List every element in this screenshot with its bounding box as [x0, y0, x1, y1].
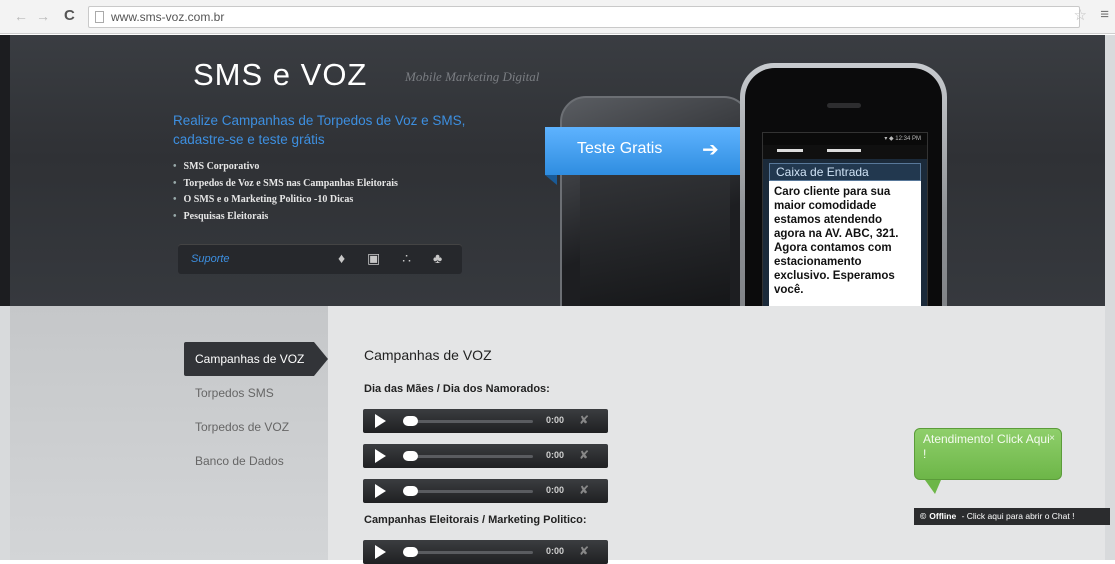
- url-text[interactable]: www.sms-voz.com.br: [111, 10, 224, 24]
- seek-handle[interactable]: [403, 486, 418, 496]
- support-bar: Suporte ♦ ▣ ∴ ♣: [178, 244, 462, 274]
- chat-bar-text: - Click aqui para abrir o Chat !: [961, 511, 1075, 521]
- section-heading: Campanhas Eleitorais / Marketing Politic…: [364, 514, 587, 526]
- play-icon[interactable]: [375, 414, 386, 428]
- seek-track[interactable]: [403, 551, 533, 554]
- site-logo[interactable]: SMS e VOZ: [193, 57, 367, 93]
- feature-link[interactable]: • SMS Corporativo: [173, 159, 398, 176]
- nav-item-torpedos-sms[interactable]: Torpedos SMS: [184, 376, 314, 410]
- feature-link[interactable]: • Torpedos de Voz e SMS nas Campanhas Ele…: [173, 176, 398, 193]
- platform-icons: ♦ ▣ ∴ ♣: [338, 250, 452, 266]
- inbox-title: Caixa de Entrada: [769, 163, 921, 181]
- phone-speaker: [827, 103, 861, 108]
- audio-player[interactable]: 0:00 ✘: [363, 540, 608, 564]
- seek-track[interactable]: [403, 490, 533, 493]
- play-icon[interactable]: [375, 449, 386, 463]
- page: SMS e VOZ Mobile Marketing Digital Reali…: [0, 35, 1115, 564]
- page-icon: [95, 11, 104, 23]
- audio-player[interactable]: 0:00 ✘: [363, 409, 608, 433]
- back-arrow-icon[interactable]: ←: [14, 8, 28, 24]
- chat-bar[interactable]: © Offline - Click aqui para abrir o Chat …: [914, 508, 1110, 525]
- chat-status: Offline: [929, 511, 957, 521]
- arrow-right-icon: ➔: [702, 139, 719, 161]
- time-display: 0:00: [546, 485, 565, 495]
- forward-arrow-icon[interactable]: →: [36, 8, 50, 24]
- time-display: 0:00: [546, 546, 565, 556]
- feature-link[interactable]: • O SMS e o Marketing Politico -10 Dicas: [173, 192, 398, 209]
- seek-handle[interactable]: [403, 547, 418, 557]
- hero-headline: Realize Campanhas de Torpedos de Voz e S…: [173, 113, 466, 147]
- speaker-muted-icon[interactable]: ✘: [579, 483, 589, 497]
- chat-bubble-tail: [925, 480, 941, 494]
- section-heading: Dia das Mães / Dia dos Namorados:: [364, 383, 550, 395]
- seek-handle[interactable]: [403, 416, 418, 426]
- content-title: Campanhas de VOZ: [364, 347, 492, 363]
- ribbon-fold: [545, 175, 557, 185]
- logo-tagline: Mobile Marketing Digital: [405, 69, 540, 84]
- speaker-muted-icon[interactable]: ✘: [579, 448, 589, 462]
- seek-track[interactable]: [403, 420, 533, 423]
- play-icon[interactable]: [375, 545, 386, 559]
- side-nav: Campanhas de VOZ Torpedos SMS Torpedos d…: [184, 342, 328, 478]
- feature-link[interactable]: • Pesquisas Eleitorais: [173, 209, 398, 226]
- close-icon[interactable]: ×: [1049, 431, 1055, 446]
- free-trial-label: Teste Gratis: [577, 140, 663, 157]
- phone-status-bar: ▾ ◆ 12:34 PM: [763, 133, 927, 145]
- time-display: 0:00: [546, 450, 565, 460]
- browser-toolbar: ← → C www.sms-voz.com.br ☆ ≡: [0, 0, 1115, 34]
- speaker-muted-icon[interactable]: ✘: [579, 544, 589, 558]
- seek-handle[interactable]: [403, 451, 418, 461]
- bookmark-star-icon[interactable]: ☆: [1074, 6, 1087, 24]
- audio-player[interactable]: 0:00 ✘: [363, 444, 608, 468]
- chat-icon: ©: [920, 511, 927, 521]
- feature-list: • SMS Corporativo • Torpedos de Voz e SMS …: [173, 159, 398, 225]
- nav-item-torpedos-voz[interactable]: Torpedos de VOZ: [184, 410, 314, 444]
- audio-player[interactable]: 0:00 ✘: [363, 479, 608, 503]
- free-trial-button[interactable]: Teste Gratis ➔: [545, 127, 745, 175]
- address-bar[interactable]: www.sms-voz.com.br: [88, 6, 1080, 28]
- seek-track[interactable]: [403, 455, 533, 458]
- nav-item-campanhas-voz[interactable]: Campanhas de VOZ: [184, 342, 328, 376]
- support-link[interactable]: Suporte: [191, 253, 230, 265]
- nav-item-banco-dados[interactable]: Banco de Dados: [184, 444, 314, 478]
- play-icon[interactable]: [375, 484, 386, 498]
- menu-icon[interactable]: ≡: [1100, 6, 1109, 23]
- speaker-muted-icon[interactable]: ✘: [579, 413, 589, 427]
- chat-bubble-text: Atendimento! Click Aqui !: [923, 432, 1050, 461]
- banner-edge: [0, 35, 10, 306]
- time-display: 0:00: [546, 415, 565, 425]
- reload-icon[interactable]: C: [64, 7, 75, 24]
- chat-bubble[interactable]: Atendimento! Click Aqui ! ×: [914, 428, 1062, 480]
